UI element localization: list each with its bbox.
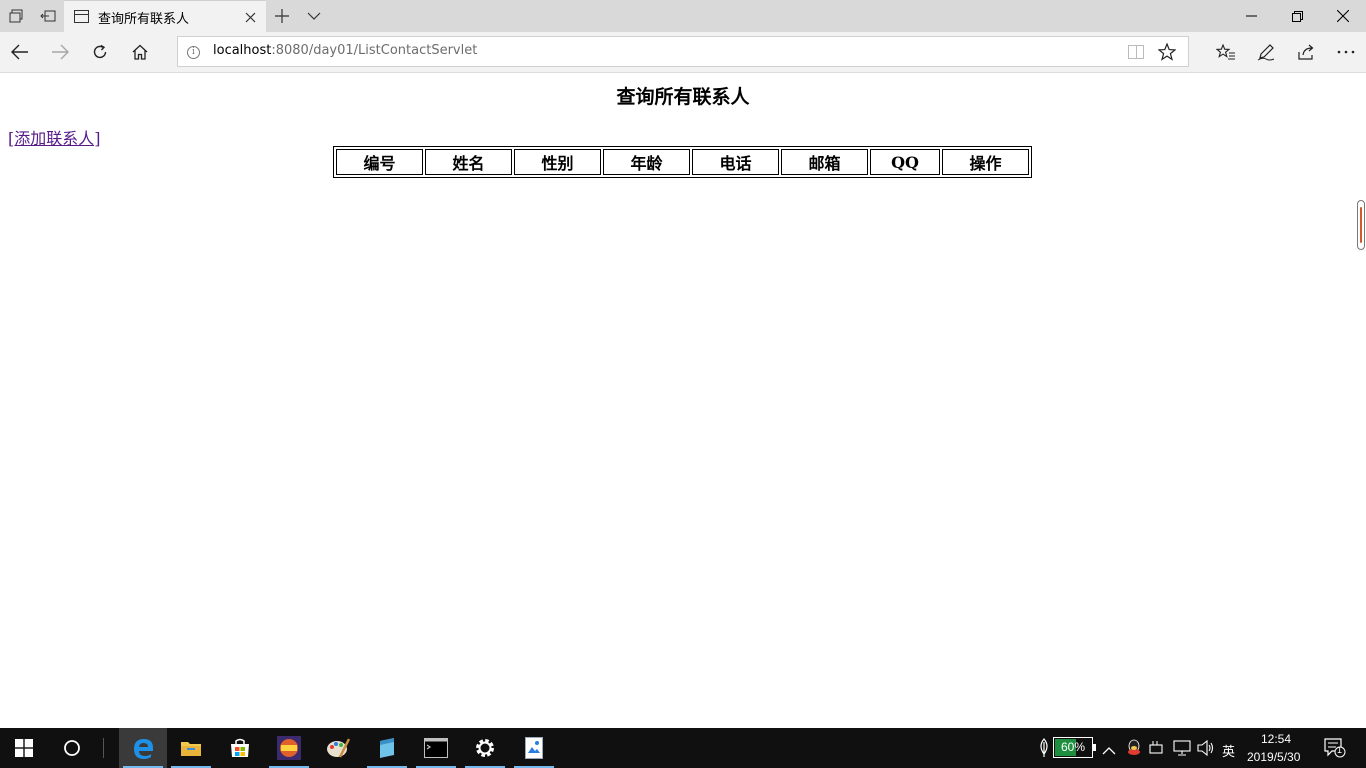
- edge-browser-icon[interactable]: [119, 728, 167, 768]
- media-app-icon[interactable]: [265, 728, 313, 768]
- column-header-gender: 性别: [514, 149, 601, 175]
- column-header-actions: 操作: [942, 149, 1029, 175]
- input-method-indicator[interactable]: 英: [1222, 741, 1235, 760]
- column-header-qq: QQ: [870, 149, 940, 175]
- microsoft-store-icon[interactable]: [216, 728, 264, 768]
- task-view-divider: [103, 738, 104, 758]
- start-windows-icon[interactable]: [0, 728, 48, 768]
- forward-arrow-icon[interactable]: [40, 32, 80, 72]
- power-saver-leaf-icon[interactable]: [1038, 738, 1050, 762]
- reading-view-icon[interactable]: [1128, 45, 1144, 59]
- url-path: :8080/day01/ListContactServlet: [271, 43, 478, 58]
- back-arrow-icon[interactable]: [0, 32, 40, 72]
- column-header-name: 姓名: [425, 149, 512, 175]
- share-icon[interactable]: [1286, 32, 1326, 72]
- settings-gear-icon[interactable]: [461, 728, 509, 768]
- battery-tip: [1093, 744, 1096, 751]
- web-note-pen-icon[interactable]: [1246, 32, 1286, 72]
- image-viewer-icon[interactable]: [510, 728, 558, 768]
- cortana-search-icon[interactable]: [48, 728, 96, 768]
- column-header-email: 邮箱: [781, 149, 868, 175]
- qq-tray-icon[interactable]: [1126, 739, 1142, 761]
- notification-count: 1: [1337, 745, 1343, 755]
- add-contact-link[interactable]: [添加联系人]: [8, 125, 101, 149]
- url-text[interactable]: localhost:8080/day01/ListContactServlet: [213, 43, 477, 58]
- active-tab[interactable]: 查询所有联系人: [64, 0, 266, 32]
- column-header-age: 年龄: [603, 149, 690, 175]
- column-header-id: 编号: [336, 149, 423, 175]
- network-icon[interactable]: [1173, 740, 1191, 760]
- battery-plug-icon[interactable]: [1149, 740, 1167, 760]
- site-info-icon[interactable]: i: [187, 46, 200, 59]
- table-header-row: 编号 姓名 性别 年龄 电话 邮箱 QQ 操作: [336, 149, 1029, 175]
- more-options-icon[interactable]: [1326, 32, 1366, 72]
- new-tab-icon[interactable]: [270, 6, 294, 26]
- close-window-icon[interactable]: [1320, 0, 1366, 32]
- page-title: 查询所有联系人: [616, 86, 750, 108]
- battery-indicator[interactable]: 60%: [1053, 737, 1096, 758]
- refresh-icon[interactable]: [80, 32, 120, 72]
- page-icon: [74, 10, 89, 23]
- minimize-icon[interactable]: [1228, 0, 1274, 32]
- favorite-star-icon[interactable]: [1156, 41, 1178, 63]
- notification-center-icon[interactable]: 1: [1324, 738, 1346, 762]
- scrollbar-thumb[interactable]: [1357, 200, 1365, 250]
- set-tabs-aside-icon[interactable]: [32, 0, 64, 32]
- restore-icon[interactable]: [1274, 0, 1320, 32]
- column-header-phone: 电话: [692, 149, 779, 175]
- page-viewport: 查询所有联系人 [添加联系人] 编号 姓名 性别 年龄 电话 邮箱 QQ 操作: [0, 74, 1366, 728]
- tab-actions-icon[interactable]: [0, 0, 32, 32]
- home-icon[interactable]: [120, 32, 160, 72]
- url-host: localhost: [213, 43, 272, 58]
- clock-date[interactable]: 2019/5/30: [1247, 750, 1300, 764]
- browser-navigation-bar: i localhost:8080/day01/ListContactServle…: [0, 32, 1366, 73]
- battery-percent-label: 60%: [1060, 740, 1086, 754]
- close-tab-icon[interactable]: [240, 7, 260, 27]
- chevron-up-icon[interactable]: [1102, 741, 1116, 760]
- volume-icon[interactable]: [1197, 739, 1215, 760]
- browser-title-bar: 查询所有联系人: [0, 0, 1366, 32]
- tab-title: 查询所有联系人: [98, 12, 190, 27]
- paint-app-icon[interactable]: [314, 728, 362, 768]
- command-prompt-icon[interactable]: [412, 728, 460, 768]
- chevron-down-icon[interactable]: [302, 6, 326, 26]
- notepad-app-icon[interactable]: [363, 728, 411, 768]
- favorites-hub-icon[interactable]: [1206, 32, 1246, 72]
- windows-taskbar: 60% 英 12:54 2019/5/30 1: [0, 728, 1366, 768]
- file-explorer-icon[interactable]: [167, 728, 215, 768]
- clock-time[interactable]: 12:54: [1261, 732, 1291, 746]
- address-bar[interactable]: i localhost:8080/day01/ListContactServle…: [177, 36, 1189, 67]
- contacts-table: 编号 姓名 性别 年龄 电话 邮箱 QQ 操作: [333, 146, 1032, 178]
